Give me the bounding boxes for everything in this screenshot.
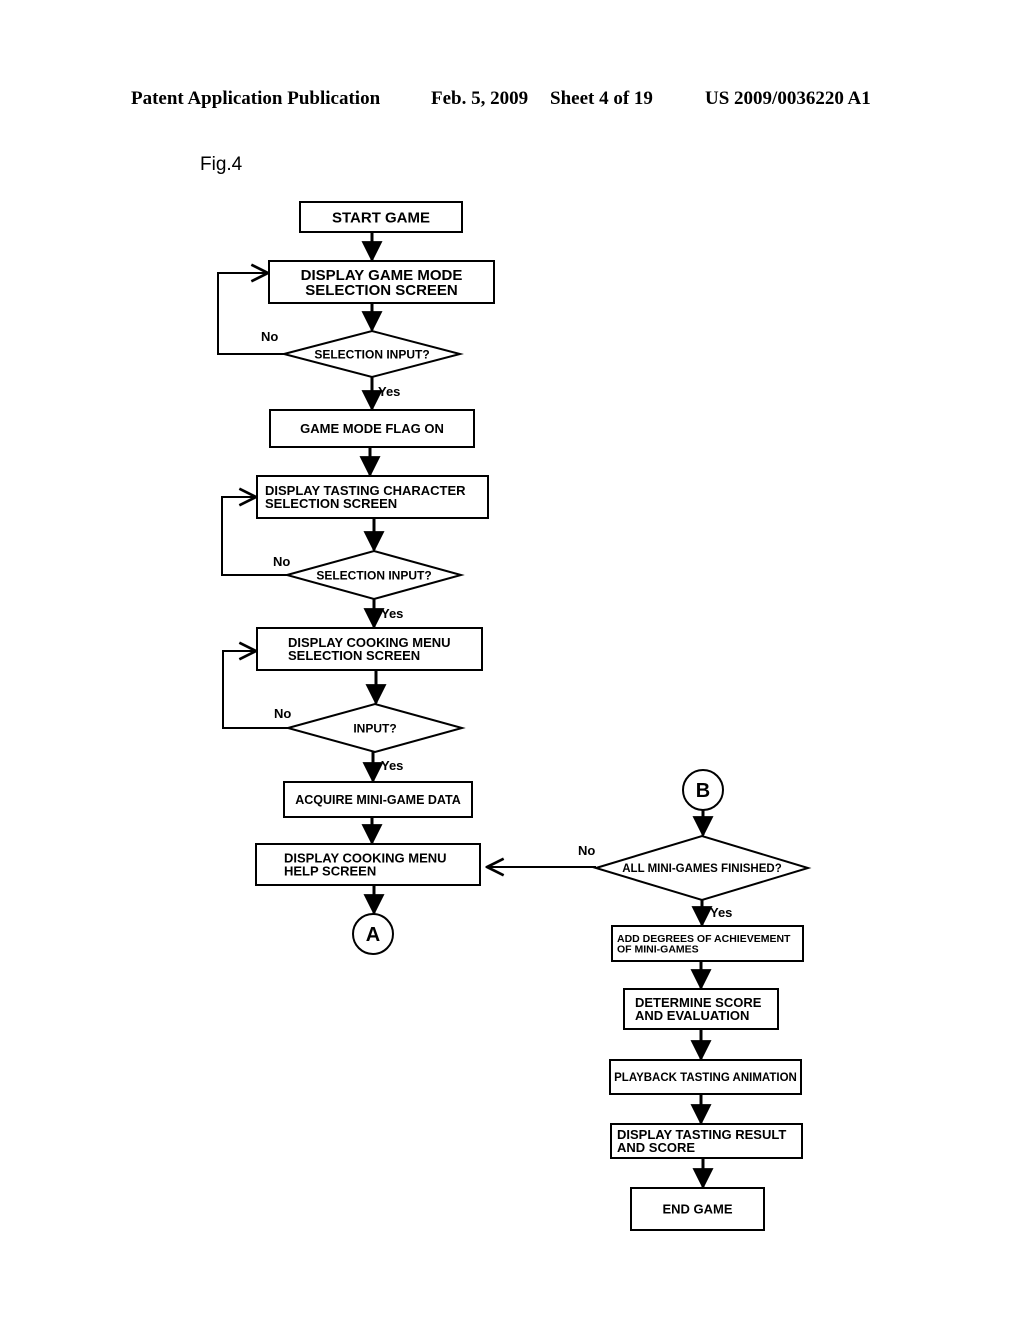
node-start: START GAME xyxy=(299,201,463,233)
node-text: SELECTION INPUT? xyxy=(316,568,431,582)
node-text: SELECTION SCREEN xyxy=(305,282,458,299)
node-menu-screen: DISPLAY COOKING MENUSELECTION SCREEN xyxy=(256,627,483,671)
node-score: DETERMINE SCOREAND EVALUATION xyxy=(623,988,779,1030)
flowchart: START GAME DISPLAY GAME MODESELECTION SCR… xyxy=(217,201,812,1231)
node-text: ACQUIRE MINI-GAME DATA xyxy=(295,793,461,807)
node-text: AND SCORE xyxy=(617,1140,695,1155)
node-end: END GAME xyxy=(630,1187,765,1231)
edge-label-yes: Yes xyxy=(381,606,403,621)
node-text: INPUT? xyxy=(353,721,396,735)
node-mode-input: SELECTION INPUT? xyxy=(280,329,464,379)
edge-label-yes: Yes xyxy=(381,758,403,773)
node-help: DISPLAY COOKING MENUHELP SCREEN xyxy=(255,843,481,886)
node-char-screen: DISPLAY TASTING CHARACTERSELECTION SCREE… xyxy=(256,475,489,519)
node-text: A xyxy=(366,924,380,946)
node-conn-b: B xyxy=(682,769,724,811)
node-text: SELECTION INPUT? xyxy=(314,347,429,361)
node-add-deg: ADD DEGREES OF ACHIEVEMENTOF MINI-GAMES xyxy=(611,925,804,962)
node-result: DISPLAY TASTING RESULTAND SCORE xyxy=(610,1123,803,1159)
node-menu-input: INPUT? xyxy=(284,702,466,754)
node-text: GAME MODE FLAG ON xyxy=(300,421,444,436)
edge-label-no: No xyxy=(261,329,278,344)
node-text: AND EVALUATION xyxy=(635,1008,749,1023)
edge-label-no: No xyxy=(273,554,290,569)
edge-label-yes: Yes xyxy=(710,905,732,920)
node-text: ALL MINI-GAMES FINISHED? xyxy=(622,863,782,875)
node-char-input: SELECTION INPUT? xyxy=(283,549,465,601)
edge-label-yes: Yes xyxy=(378,384,400,399)
node-text: START GAME xyxy=(332,209,430,226)
node-all-done: ALL MINI-GAMES FINISHED? xyxy=(592,834,812,902)
edge-label-no: No xyxy=(274,706,291,721)
node-text: OF MINI-GAMES xyxy=(617,944,699,956)
node-conn-a: A xyxy=(352,913,394,955)
node-text: SELECTION SCREEN xyxy=(288,648,420,663)
node-text: HELP SCREEN xyxy=(284,864,376,879)
node-mode-screen: DISPLAY GAME MODESELECTION SCREEN xyxy=(268,260,495,304)
node-text: SELECTION SCREEN xyxy=(265,496,397,511)
edge-label-no: No xyxy=(578,843,595,858)
node-text: B xyxy=(696,780,710,802)
node-acquire: ACQUIRE MINI-GAME DATA xyxy=(283,781,473,818)
node-playback: PLAYBACK TASTING ANIMATION xyxy=(609,1059,802,1095)
node-text: PLAYBACK TASTING ANIMATION xyxy=(614,1072,797,1084)
node-mode-flag: GAME MODE FLAG ON xyxy=(269,409,475,448)
node-text: END GAME xyxy=(662,1202,732,1217)
